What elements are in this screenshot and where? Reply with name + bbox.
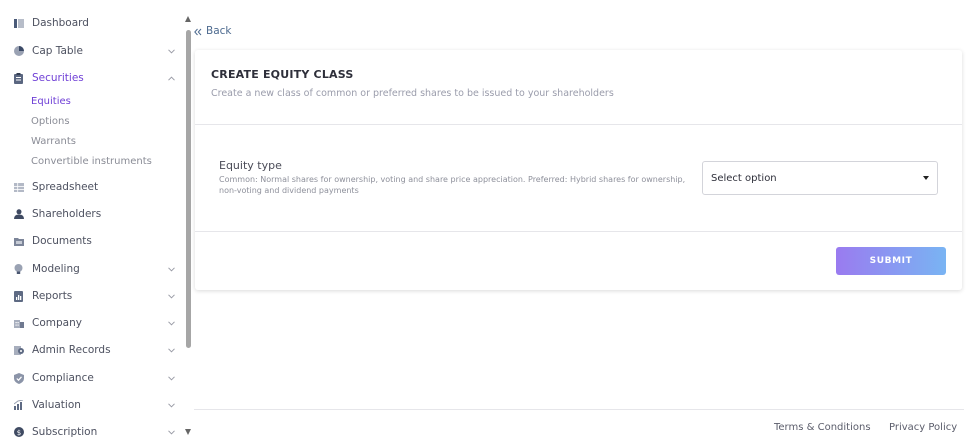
- report-icon: [13, 290, 24, 302]
- sidebar-item-dashboard[interactable]: Dashboard: [0, 12, 184, 34]
- building-icon: [13, 318, 24, 329]
- back-link[interactable]: Back: [194, 21, 232, 40]
- sidebar-item-label: Subscription: [32, 426, 98, 438]
- chevron-down-icon: [167, 319, 175, 327]
- sidebar-item-cap-table[interactable]: Cap Table: [0, 40, 184, 62]
- chevron-down-icon: [167, 292, 175, 300]
- sidebar-item-label: Modeling: [32, 263, 80, 275]
- sidebar-item-label: Dashboard: [32, 17, 89, 29]
- sidebar-item-valuation[interactable]: Valuation: [0, 394, 184, 416]
- valuation-chart-icon: [13, 400, 24, 411]
- sidebar-item-securities[interactable]: Securities: [0, 67, 184, 89]
- sidebar-item-label: Compliance: [32, 372, 94, 384]
- clipboard-icon: [13, 72, 24, 84]
- chevron-down-icon: [167, 428, 175, 436]
- sidebar-item-company[interactable]: Company: [0, 312, 184, 334]
- admin-records-icon: [13, 345, 24, 356]
- double-chevron-left-icon: [194, 21, 202, 40]
- footer-divider: [194, 409, 964, 410]
- chevron-up-icon: [167, 74, 175, 82]
- sidebar-item-label: Spreadsheet: [32, 181, 99, 193]
- folder-icon: [13, 236, 24, 247]
- lightbulb-icon: [13, 263, 24, 275]
- chevron-down-icon: [167, 47, 175, 55]
- page-subtitle: Create a new class of common or preferre…: [211, 88, 614, 99]
- submit-button[interactable]: SUBMIT: [836, 247, 946, 275]
- sidebar-item-label: Valuation: [32, 399, 81, 411]
- sidebar-item-spreadsheet[interactable]: Spreadsheet: [0, 176, 184, 198]
- sidebar-item-admin-records[interactable]: Admin Records: [0, 339, 184, 361]
- equity-type-selected-value: Select option: [711, 173, 777, 184]
- sidebar-subitem-convertible-instruments[interactable]: Convertible instruments: [31, 156, 152, 167]
- sidebar-item-modeling[interactable]: Modeling: [0, 258, 184, 280]
- chevron-down-icon: [167, 346, 175, 354]
- chevron-down-icon: [167, 265, 175, 273]
- sidebar-subitem-warrants[interactable]: Warrants: [31, 136, 76, 147]
- terms-conditions-link[interactable]: Terms & Conditions: [774, 422, 871, 433]
- sidebar-subitem-equities[interactable]: Equities: [31, 96, 71, 107]
- sidebar-item-label: Admin Records: [32, 344, 111, 356]
- card-divider: [195, 124, 962, 125]
- sidebar-item-documents[interactable]: Documents: [0, 230, 184, 252]
- page-title: CREATE EQUITY CLASS: [211, 68, 354, 81]
- card-divider: [195, 231, 962, 232]
- back-label: Back: [206, 24, 232, 37]
- sidebar-item-compliance[interactable]: Compliance: [0, 367, 184, 389]
- equity-type-select[interactable]: Select option: [702, 161, 938, 195]
- chevron-down-icon: [167, 374, 175, 382]
- svg-text:$: $: [16, 429, 20, 437]
- equity-type-label: Equity type: [219, 159, 282, 172]
- scroll-up-arrow-icon[interactable]: [185, 16, 191, 22]
- sidebar-item-label: Cap Table: [32, 45, 83, 57]
- sidebar-subitem-options[interactable]: Options: [31, 116, 70, 127]
- sidebar-item-shareholders[interactable]: Shareholders: [0, 203, 184, 225]
- sidebar-item-reports[interactable]: Reports: [0, 285, 184, 307]
- spreadsheet-icon: [13, 182, 24, 193]
- sidebar-item-label: Securities: [32, 72, 84, 84]
- chevron-down-icon: [167, 401, 175, 409]
- sidebar-item-subscription[interactable]: $ Subscription: [0, 421, 184, 443]
- dashboard-icon: [13, 18, 24, 29]
- shield-check-icon: [13, 372, 24, 384]
- sidebar-item-label: Documents: [32, 235, 92, 247]
- sidebar-item-label: Reports: [32, 290, 73, 302]
- sidebar-item-label: Company: [32, 317, 82, 329]
- dollar-coin-icon: $: [13, 427, 24, 438]
- privacy-policy-link[interactable]: Privacy Policy: [889, 422, 957, 433]
- scrollbar-thumb[interactable]: [186, 30, 191, 348]
- caret-down-icon: [923, 176, 929, 180]
- create-equity-class-card: CREATE EQUITY CLASS Create a new class o…: [195, 50, 962, 290]
- sidebar-item-label: Shareholders: [32, 208, 102, 220]
- scroll-down-arrow-icon[interactable]: [185, 429, 191, 435]
- sidebar: Dashboard Cap Table Securities Equities …: [0, 0, 194, 444]
- pie-chart-icon: [13, 46, 24, 57]
- equity-type-help-text: Common: Normal shares for ownership, vot…: [219, 175, 686, 195]
- person-icon: [13, 209, 24, 220]
